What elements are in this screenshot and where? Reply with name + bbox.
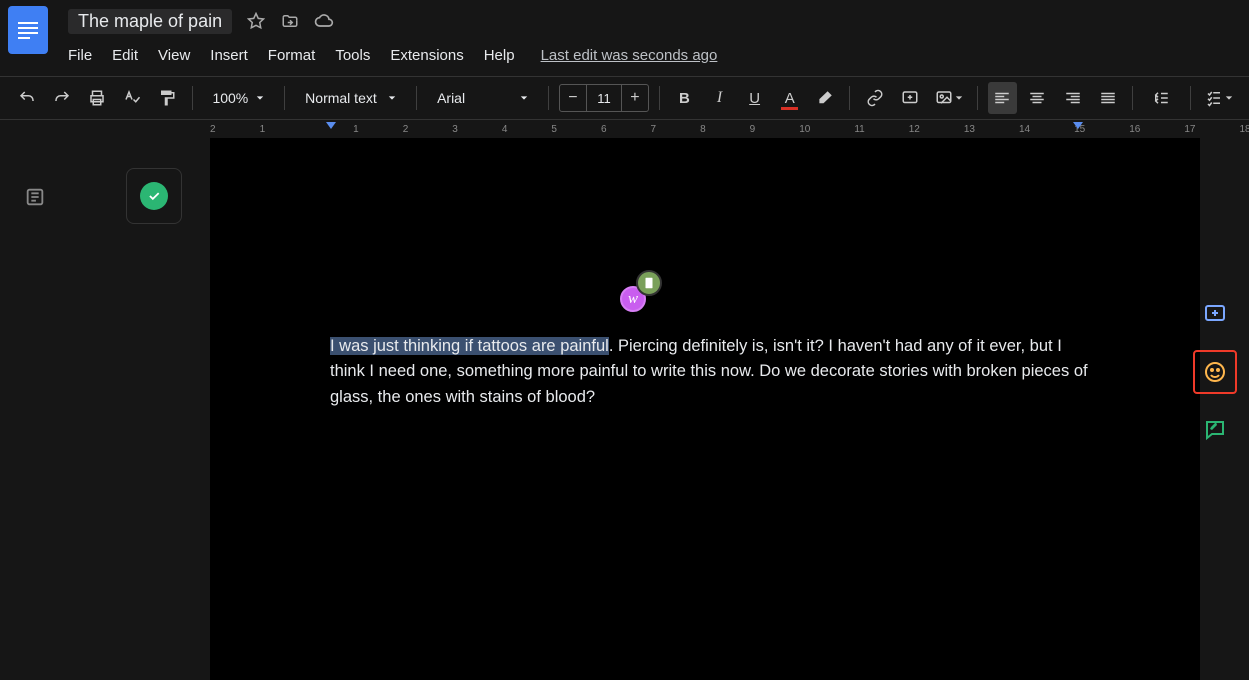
check-icon xyxy=(140,182,168,210)
font-size-control: − 11 + xyxy=(559,84,649,112)
titlebar: The maple of pain File Edit View Insert … xyxy=(0,0,1249,76)
document-title[interactable]: The maple of pain xyxy=(68,9,232,34)
collaborator-avatar-2[interactable] xyxy=(636,270,662,296)
toolbar: 100% Normal text Arial − 11 + B I U A xyxy=(0,76,1249,120)
redo-button[interactable] xyxy=(47,82,76,114)
highlight-button[interactable] xyxy=(810,82,839,114)
checklist-button[interactable] xyxy=(1200,82,1236,114)
underline-button[interactable]: U xyxy=(740,82,769,114)
suggest-edits-button[interactable] xyxy=(1195,410,1235,450)
document-body-text[interactable]: I was just thinking if tattoos are painf… xyxy=(330,334,1090,410)
menu-bar: File Edit View Insert Format Tools Exten… xyxy=(68,36,717,72)
add-comment-button[interactable] xyxy=(895,82,924,114)
document-page[interactable]: w I was just thinking if tattoos are pai… xyxy=(210,138,1200,680)
outline-icon[interactable] xyxy=(24,186,46,208)
menu-tools[interactable]: Tools xyxy=(335,47,370,64)
ruler[interactable]: 21123456789101112131415161718 xyxy=(0,120,1249,138)
right-margin-marker-icon[interactable] xyxy=(1073,122,1083,129)
ruler-ticks: 21123456789101112131415161718 xyxy=(210,124,1249,135)
star-icon[interactable] xyxy=(246,11,266,31)
align-center-button[interactable] xyxy=(1023,82,1052,114)
menu-format[interactable]: Format xyxy=(268,47,316,64)
paragraph-style-dropdown[interactable]: Normal text xyxy=(295,90,406,106)
print-button[interactable] xyxy=(82,82,111,114)
menu-edit[interactable]: Edit xyxy=(112,47,138,64)
main-area: w I was just thinking if tattoos are pai… xyxy=(0,138,1249,680)
move-icon[interactable] xyxy=(280,11,300,31)
font-size-decrease[interactable]: − xyxy=(560,89,586,107)
menu-help[interactable]: Help xyxy=(484,47,515,64)
text-color-button[interactable]: A xyxy=(775,82,804,114)
italic-button[interactable]: I xyxy=(705,82,734,114)
font-size-increase[interactable]: + xyxy=(622,89,648,107)
menu-extensions[interactable]: Extensions xyxy=(390,47,463,64)
emoji-reaction-button[interactable] xyxy=(1193,350,1237,394)
spellcheck-button[interactable] xyxy=(117,82,146,114)
insert-image-button[interactable] xyxy=(931,82,967,114)
grammarly-badge[interactable] xyxy=(126,168,182,224)
docs-logo-icon[interactable] xyxy=(8,6,48,54)
align-justify-button[interactable] xyxy=(1093,82,1122,114)
last-edit-link[interactable]: Last edit was seconds ago xyxy=(541,47,718,64)
line-spacing-button[interactable] xyxy=(1143,82,1179,114)
align-right-button[interactable] xyxy=(1058,82,1087,114)
selected-text: I was just thinking if tattoos are painf… xyxy=(330,337,609,355)
undo-button[interactable] xyxy=(12,82,41,114)
align-left-button[interactable] xyxy=(988,82,1017,114)
bold-button[interactable]: B xyxy=(670,82,699,114)
paint-format-button[interactable] xyxy=(152,82,181,114)
font-size-value[interactable]: 11 xyxy=(586,85,622,111)
menu-file[interactable]: File xyxy=(68,47,92,64)
menu-insert[interactable]: Insert xyxy=(210,47,248,64)
cloud-status-icon[interactable] xyxy=(314,11,334,31)
right-rail xyxy=(1193,294,1237,450)
indent-marker-icon[interactable] xyxy=(326,122,336,129)
insert-link-button[interactable] xyxy=(860,82,889,114)
zoom-dropdown[interactable]: 100% xyxy=(202,90,274,106)
collaborator-cursors: w xyxy=(620,286,646,312)
menu-view[interactable]: View xyxy=(158,47,190,64)
add-comment-rail-button[interactable] xyxy=(1195,294,1235,334)
font-dropdown[interactable]: Arial xyxy=(427,90,538,106)
